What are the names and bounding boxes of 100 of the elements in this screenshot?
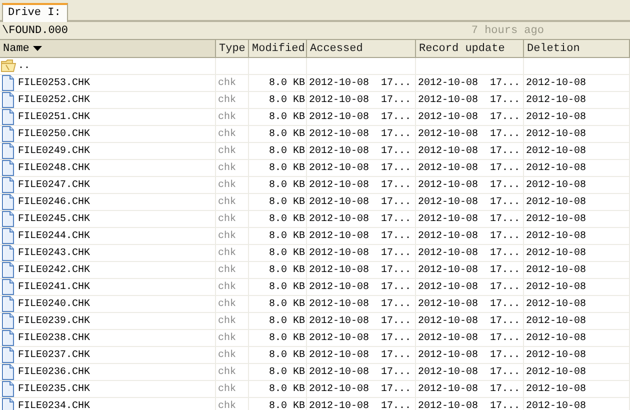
type-cell: chk	[216, 177, 249, 194]
date-cell: 2012-10-08 17...	[307, 245, 416, 262]
file-name[interactable]: FILE0238.CHK	[18, 332, 90, 344]
date-cell: 2012-10-08 17...	[307, 160, 416, 177]
sort-down-icon	[33, 46, 42, 51]
file-name[interactable]: FILE0250.CHK	[18, 128, 90, 140]
date-cell: 2012-10-08 17...	[416, 160, 524, 177]
date-cell: 2012-10-08	[524, 313, 630, 330]
date-cell: 2012-10-08 17...	[307, 126, 416, 143]
type-cell: chk	[216, 398, 249, 410]
date-cell: 2012-10-08	[524, 160, 630, 177]
file-name[interactable]: FILE0252.CHK	[18, 94, 90, 106]
size-cell: 8.0 KB	[249, 211, 307, 228]
date-cell: 2012-10-08 17...	[307, 330, 416, 347]
column-header[interactable]: Modified	[249, 40, 307, 58]
size-cell: 8.0 KB	[249, 279, 307, 296]
size-cell: 8.0 KB	[249, 296, 307, 313]
file-name[interactable]: FILE0234.CHK	[18, 400, 90, 410]
file-icon	[1, 177, 16, 193]
file-icon	[1, 160, 16, 176]
date-cell: 2012-10-08 17...	[307, 92, 416, 109]
file-name[interactable]: FILE0246.CHK	[18, 196, 90, 208]
date-cell: 2012-10-08 17...	[416, 381, 524, 398]
date-cell: 2012-10-08 17...	[416, 313, 524, 330]
type-cell: chk	[216, 381, 249, 398]
file-name[interactable]: FILE0253.CHK	[18, 78, 90, 88]
size-cell: 8.0 KB	[249, 228, 307, 245]
type-cell: chk	[216, 228, 249, 245]
date-cell: 2012-10-08	[524, 92, 630, 109]
tab[interactable]: Drive I:	[2, 3, 68, 22]
date-cell: 2012-10-08 17...	[307, 228, 416, 245]
size-cell: 8.0 KB	[249, 194, 307, 211]
date-cell: 2012-10-08 17...	[416, 398, 524, 410]
type-cell: chk	[216, 313, 249, 330]
file-name[interactable]: FILE0247.CHK	[18, 180, 90, 190]
date-cell: 2012-10-08 17...	[416, 177, 524, 194]
date-cell: 2012-10-08 17...	[307, 109, 416, 126]
file-name[interactable]: FILE0237.CHK	[18, 350, 90, 360]
date-cell: 2012-10-08 17...	[307, 177, 416, 194]
size-cell: 8.0 KB	[249, 330, 307, 347]
date-cell: 2012-10-08	[524, 126, 630, 143]
folder-icon	[1, 58, 16, 74]
date-cell: 2012-10-08 17...	[307, 398, 416, 410]
type-cell: chk	[216, 364, 249, 381]
file-name[interactable]: FILE0240.CHK	[18, 298, 90, 310]
empty-cell	[249, 58, 307, 75]
file-icon	[1, 211, 16, 227]
column-header[interactable]: Type	[216, 40, 249, 58]
file-name[interactable]: FILE0251.CHK	[18, 112, 90, 122]
size-cell: 8.0 KB	[249, 398, 307, 410]
file-icon	[1, 75, 16, 91]
file-icon	[1, 364, 16, 380]
type-cell: chk	[216, 126, 249, 143]
file-name[interactable]: FILE0244.CHK	[18, 230, 90, 242]
file-name[interactable]: FILE0241.CHK	[18, 282, 90, 292]
date-cell: 2012-10-08 17...	[307, 364, 416, 381]
file-icon	[1, 279, 16, 295]
date-cell: 2012-10-08	[524, 296, 630, 313]
date-cell: 2012-10-08	[524, 143, 630, 160]
type-cell: chk	[216, 160, 249, 177]
file-icon	[1, 194, 16, 210]
size-cell: 8.0 KB	[249, 92, 307, 109]
date-cell: 2012-10-08	[524, 364, 630, 381]
size-cell: 8.0 KB	[249, 364, 307, 381]
file-icon	[1, 296, 16, 312]
type-cell: chk	[216, 211, 249, 228]
file-name[interactable]: FILE0242.CHK	[18, 264, 90, 276]
file-name[interactable]: FILE0236.CHK	[18, 366, 90, 378]
size-cell: 8.0 KB	[249, 75, 307, 92]
date-cell: 2012-10-08	[524, 347, 630, 364]
date-cell: 2012-10-08 17...	[307, 313, 416, 330]
type-cell: chk	[216, 75, 249, 92]
file-icon	[1, 398, 16, 410]
date-cell: 2012-10-08	[524, 330, 630, 347]
file-name[interactable]: FILE0249.CHK	[18, 146, 90, 156]
file-name[interactable]: FILE0245.CHK	[18, 214, 90, 224]
size-cell: 8.0 KB	[249, 177, 307, 194]
date-cell: 2012-10-08 17...	[416, 296, 524, 313]
file-icon	[1, 109, 16, 125]
column-header[interactable]: Record update	[416, 40, 524, 58]
file-icon	[1, 347, 16, 363]
size-cell: 8.0 KB	[249, 245, 307, 262]
date-cell: 2012-10-08 17...	[307, 143, 416, 160]
column-header[interactable]: Deletion	[524, 40, 630, 58]
date-cell: 2012-10-08 17...	[416, 126, 524, 143]
file-name[interactable]: FILE0243.CHK	[18, 248, 90, 258]
type-cell: chk	[216, 109, 249, 126]
size-cell: 8.0 KB	[249, 109, 307, 126]
column-header[interactable]: Name	[0, 40, 216, 58]
file-name[interactable]: FILE0248.CHK	[18, 162, 90, 174]
file-icon	[1, 143, 16, 159]
file-name[interactable]: FILE0239.CHK	[18, 316, 90, 326]
type-cell: chk	[216, 279, 249, 296]
date-cell: 2012-10-08	[524, 228, 630, 245]
size-cell: 8.0 KB	[249, 126, 307, 143]
file-name[interactable]: FILE0235.CHK	[18, 384, 90, 394]
column-header[interactable]: Accessed	[307, 40, 416, 58]
file-name[interactable]: ..	[18, 60, 30, 72]
type-cell: chk	[216, 92, 249, 109]
date-cell: 2012-10-08 17...	[416, 194, 524, 211]
